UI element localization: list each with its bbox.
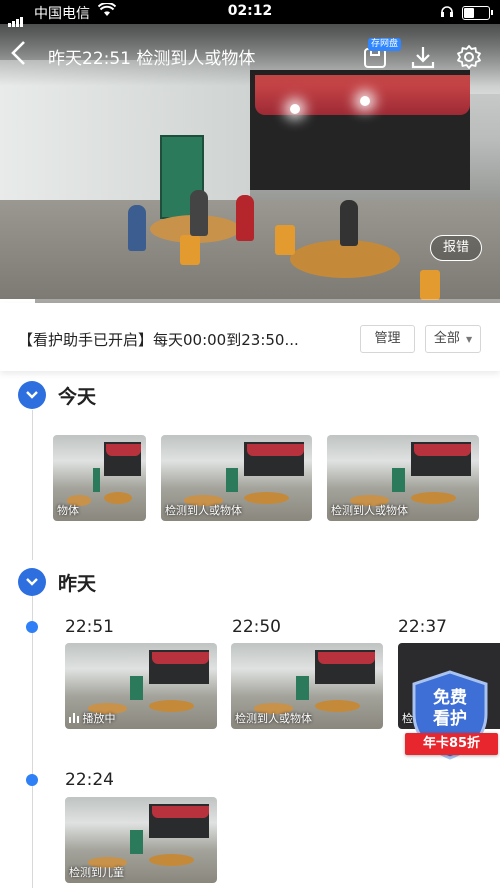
battery-icon	[462, 6, 493, 20]
day-title-yesterday: 昨天	[58, 573, 97, 595]
settings-button[interactable]	[456, 44, 486, 74]
clock: 02:12	[227, 3, 273, 19]
scene-chair	[275, 225, 295, 255]
scene-person	[128, 205, 146, 251]
scene-light	[360, 96, 370, 106]
clip-thumbnail[interactable]: 物体	[53, 435, 146, 521]
scene-person	[236, 195, 254, 241]
timeline-dot	[26, 621, 38, 633]
scene-light	[290, 104, 300, 114]
clip-caption: 物体	[57, 504, 79, 517]
collapse-today-button[interactable]	[18, 381, 46, 409]
clip-thumbnail[interactable]: 检测到人或物体	[231, 643, 383, 729]
timeline-line	[32, 596, 33, 888]
collapse-yesterday-button[interactable]	[18, 568, 46, 596]
promo-line-1: 免费	[433, 688, 467, 708]
clip-caption-text: 播放中	[82, 712, 116, 725]
guard-assistant-bar: 【看护助手已开启】每天00:00到23:50... 管理 全部 ▼	[0, 303, 500, 371]
clip-thumbnail-playing[interactable]: 播放中	[65, 643, 217, 729]
day-title-today: 今天	[58, 386, 97, 408]
clip-caption: 播放中	[69, 710, 116, 726]
clip-caption: 检测到人或物体	[235, 712, 312, 725]
headphones-icon	[440, 5, 454, 20]
chevron-down-icon	[26, 578, 38, 586]
scene-chair	[180, 235, 200, 265]
caret-down-icon: ▼	[466, 335, 473, 344]
video-title: 昨天22:51 检测到人或物体	[48, 49, 256, 69]
status-bar: 中国电信 02:12	[0, 0, 500, 27]
download-button[interactable]	[410, 44, 440, 74]
filter-dropdown[interactable]: 全部 ▼	[425, 325, 481, 353]
assistant-status-text: 【看护助手已开启】每天00:00到23:50...	[18, 331, 299, 349]
clip-time: 22:51	[65, 617, 114, 637]
clip-thumbnail[interactable]: 检测到儿童	[65, 797, 217, 883]
chevron-down-icon	[26, 391, 38, 399]
cloud-disk-tag: 存网盘	[368, 38, 402, 51]
clip-time: 22:37	[398, 617, 447, 637]
gear-icon	[457, 45, 481, 69]
clip-time: 22:24	[65, 770, 114, 790]
promo-line-2: 看护	[433, 709, 467, 729]
clip-thumbnail[interactable]: 检测到人或物体	[327, 435, 479, 521]
filter-label: 全部	[433, 331, 460, 346]
scene-person	[190, 190, 208, 236]
clip-thumbnail[interactable]: 检测到人或物体	[161, 435, 312, 521]
scene-person	[340, 200, 358, 246]
promo-ribbon[interactable]: 年卡85折	[405, 733, 498, 755]
clip-caption: 检测到人或物体	[331, 504, 408, 517]
scene-chair	[420, 270, 440, 300]
manage-button[interactable]: 管理	[360, 325, 415, 353]
report-error-button[interactable]: 报错	[430, 235, 482, 261]
clip-time: 22:50	[232, 617, 281, 637]
download-icon	[411, 47, 435, 69]
timeline-dot	[26, 774, 38, 786]
timeline-line	[32, 410, 33, 560]
back-button[interactable]	[10, 40, 34, 68]
clip-caption: 检测到儿童	[69, 866, 124, 879]
clip-caption: 检测到人或物体	[165, 504, 242, 517]
playing-bars-icon	[69, 713, 79, 723]
